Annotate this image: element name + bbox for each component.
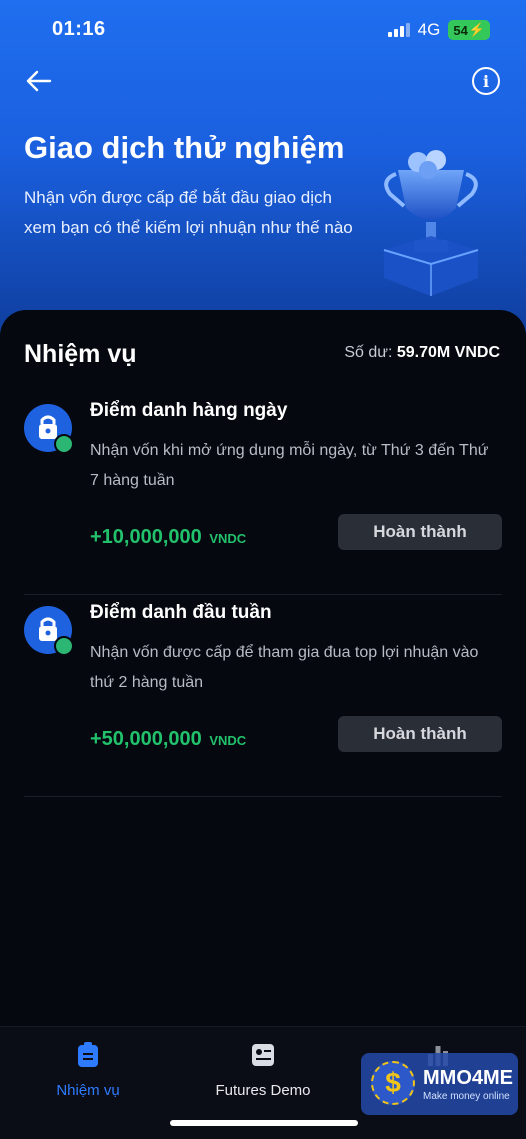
- complete-button[interactable]: Hoàn thành: [338, 716, 502, 752]
- info-icon[interactable]: i: [472, 67, 500, 95]
- tab-label: Nhiệm vụ: [56, 1082, 120, 1099]
- task-description: Nhận vốn được cấp để tham gia đua top lợ…: [90, 644, 479, 691]
- task-reward: +50,000,000 VNDC: [90, 728, 246, 751]
- tasks-panel: Nhiệm vụ Số dư: 59.70M VNDC Điểm danh hà…: [0, 310, 526, 1138]
- reward-amount: +10,000,000: [90, 526, 202, 548]
- home-indicator[interactable]: [170, 1120, 358, 1126]
- watermark-logo: $ MMO4ME Make money online: [361, 1053, 518, 1115]
- task-item-daily-checkin: Điểm danh hàng ngày Nhận vốn khi mở ứng …: [24, 392, 502, 595]
- page-subtitle: Nhận vốn được cấp để bắt đầu giao dịch x…: [24, 188, 353, 237]
- tab-tasks[interactable]: Nhiệm vụ: [13, 1042, 163, 1099]
- battery-level: 54: [453, 22, 468, 38]
- watermark-subtext: Make money online: [423, 1091, 510, 1102]
- task-title: Điểm danh đầu tuần: [90, 602, 272, 623]
- balance-value: 59.70M VNDC: [396, 344, 500, 361]
- page-title: Giao dịch thử nghiệm: [24, 130, 345, 165]
- tab-futures-demo[interactable]: Futures Demo: [188, 1042, 338, 1099]
- task-item-weekly-checkin: Điểm danh đầu tuần Nhận vốn được cấp để …: [24, 594, 502, 797]
- status-time: 01:16: [52, 18, 106, 40]
- reward-unit: VNDC: [209, 733, 247, 748]
- check-icon: [54, 434, 74, 454]
- battery-icon: 54 ⚡: [448, 20, 490, 40]
- tasks-title: Nhiệm vụ: [24, 340, 137, 368]
- reward-unit: VNDC: [209, 531, 247, 546]
- trophy-illustration-icon: [383, 150, 479, 296]
- complete-button[interactable]: Hoàn thành: [338, 514, 502, 550]
- balance-label: Số dư:: [344, 344, 393, 361]
- task-reward: +10,000,000 VNDC: [90, 526, 246, 549]
- task-description: Nhận vốn khi mở ứng dụng mỗi ngày, từ Th…: [90, 442, 489, 489]
- back-arrow-icon[interactable]: [24, 66, 54, 96]
- task-title: Điểm danh hàng ngày: [90, 400, 288, 421]
- signal-icon: [387, 23, 410, 37]
- dollar-coin-icon: $: [371, 1061, 415, 1105]
- watermark-text: MMO4ME: [423, 1067, 513, 1089]
- reward-amount: +50,000,000: [90, 728, 202, 750]
- tab-label: Futures Demo: [215, 1082, 311, 1099]
- status-indicators: 4G 54 ⚡: [387, 20, 490, 40]
- futures-card-icon: [252, 1044, 274, 1066]
- check-icon: [54, 636, 74, 656]
- hero-header: 01:16 4G 54 ⚡ i Giao dịch thử nghiệm Nhận…: [0, 0, 526, 340]
- balance: Số dư: 59.70M VNDC: [344, 344, 500, 362]
- network-label: 4G: [417, 20, 441, 39]
- task-clipboard-icon: [78, 1042, 98, 1067]
